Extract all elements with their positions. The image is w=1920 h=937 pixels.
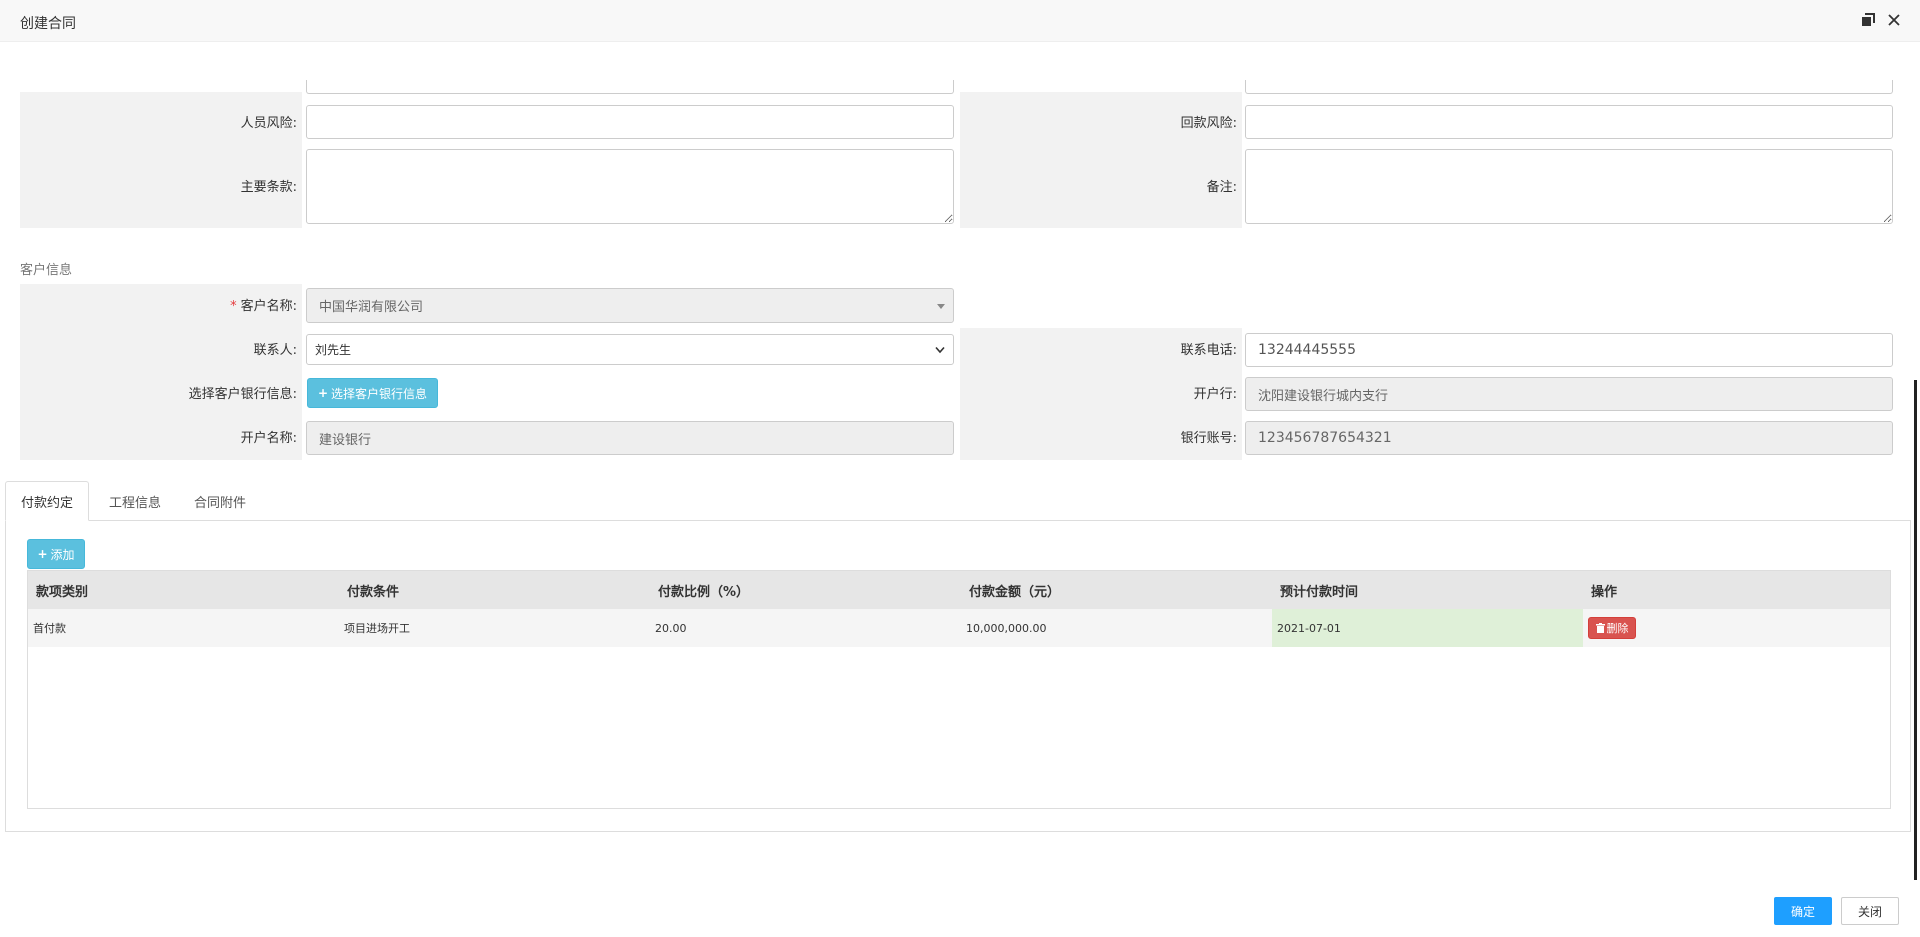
account-number-input[interactable]: 123456787654321 — [1245, 421, 1893, 455]
column-header: 预计付款时间 — [1280, 584, 1359, 600]
main-terms-textarea[interactable] — [306, 149, 954, 224]
scrolled-field-left[interactable] — [306, 80, 954, 94]
plus-icon: + — [317, 386, 329, 400]
cell-date[interactable]: 2021-07-01 — [1272, 609, 1583, 647]
cell-type[interactable]: 首付款 — [28, 609, 339, 647]
phone-value: 13244445555 — [1258, 342, 1356, 358]
cell-ratio[interactable]: 20.00 — [650, 609, 961, 647]
account-name-input[interactable]: 建设银行 — [306, 421, 954, 455]
contact-label: 联系人: — [253, 343, 297, 358]
tab-payment[interactable]: 付款约定 — [5, 481, 89, 521]
customer-name-value: 中国华润有限公司 — [319, 300, 424, 315]
payment-risk-label: 回款风险: — [1180, 116, 1237, 131]
bank-branch-input[interactable]: 沈阳建设银行城内支行 — [1245, 377, 1893, 411]
contact-value: 刘先生 — [315, 343, 352, 357]
table-header: 款项类别 付款条件 付款比例（%） 付款金额（元） 预计付款时间 操作 — [28, 571, 1890, 609]
payment-risk-input[interactable] — [1245, 105, 1893, 139]
tab-attachments[interactable]: 合同附件 — [180, 481, 260, 521]
cell-condition[interactable]: 项目进场开工 — [339, 609, 650, 647]
bank-select-label: 选择客户银行信息: — [188, 387, 297, 402]
caret-down-icon — [937, 304, 945, 309]
column-header: 付款条件 — [347, 584, 400, 600]
add-payment-button-label: 添加 — [50, 547, 75, 562]
close-button[interactable]: 关闭 — [1841, 897, 1899, 925]
tab-payment-label: 付款约定 — [20, 495, 73, 511]
tab-attachments-label: 合同附件 — [193, 495, 246, 511]
customer-name-select[interactable]: 中国华润有限公司 — [306, 288, 954, 323]
delete-row-button-label: 删除 — [1606, 622, 1629, 635]
remark-label: 备注: — [1206, 180, 1237, 195]
required-mark: * — [230, 299, 237, 314]
delete-row-button[interactable]: 删除 — [1588, 617, 1636, 639]
column-header: 款项类别 — [36, 584, 89, 600]
plus-icon: + — [37, 547, 48, 561]
bank-branch-value: 沈阳建设银行城内支行 — [1258, 388, 1389, 404]
maximize-icon[interactable] — [1860, 12, 1878, 30]
customer-section-title: 客户信息 — [20, 263, 73, 278]
remark-textarea[interactable] — [1245, 149, 1893, 224]
customer-name-label: * 客户名称: — [20, 295, 297, 314]
phone-label: 联系电话: — [1180, 343, 1237, 358]
dialog-title: 创建合同 — [20, 16, 76, 32]
trash-icon — [1595, 623, 1605, 633]
tab-project[interactable]: 工程信息 — [95, 481, 175, 521]
confirm-button[interactable]: 确定 — [1774, 897, 1832, 925]
cell-action: 删除 — [1583, 609, 1891, 647]
account-name-label: 开户名称: — [240, 431, 297, 446]
contact-select[interactable]: 刘先生 — [306, 334, 954, 365]
tab-project-label: 工程信息 — [108, 495, 161, 511]
close-icon[interactable] — [1886, 12, 1904, 30]
chevron-down-icon — [935, 346, 945, 353]
column-header: 付款比例（%） — [658, 584, 750, 600]
table-row: 首付款 项目进场开工 20.00 10,000,000.00 2021-07-0… — [28, 609, 1890, 647]
payment-table: 款项类别 付款条件 付款比例（%） 付款金额（元） 预计付款时间 操作 首付款 … — [27, 570, 1891, 809]
select-bank-button-label: 选择客户银行信息 — [331, 386, 428, 401]
scrolled-field-right[interactable] — [1245, 80, 1893, 94]
account-number-value: 123456787654321 — [1258, 430, 1392, 446]
cell-amount[interactable]: 10,000,000.00 — [961, 609, 1272, 647]
add-payment-button[interactable]: + 添加 — [27, 539, 85, 569]
select-bank-button[interactable]: + 选择客户银行信息 — [307, 378, 438, 408]
column-header: 操作 — [1591, 584, 1618, 600]
phone-input[interactable]: 13244445555 — [1245, 333, 1893, 367]
main-terms-label: 主要条款: — [240, 180, 297, 195]
scrollbar[interactable] — [1914, 380, 1917, 880]
account-name-value: 建设银行 — [319, 432, 372, 448]
column-header: 付款金额（元） — [969, 584, 1061, 600]
bank-branch-label: 开户行: — [1193, 387, 1237, 402]
customer-name-label-text: 客户名称: — [240, 299, 297, 314]
dialog-titlebar: 创建合同 — [0, 0, 1920, 42]
personnel-risk-label: 人员风险: — [240, 116, 297, 131]
personnel-risk-input[interactable] — [306, 105, 954, 139]
account-number-label: 银行账号: — [1180, 431, 1237, 446]
